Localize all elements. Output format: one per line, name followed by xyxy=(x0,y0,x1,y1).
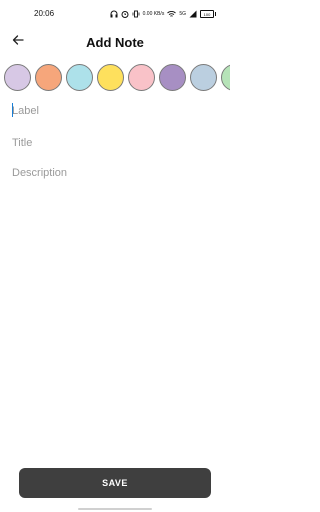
status-bar: 20:06 0.00 KB/s 5G 100 xyxy=(0,0,230,28)
status-time: 20:06 xyxy=(34,9,55,18)
save-button[interactable]: SAVE xyxy=(19,468,211,498)
color-swatch-yellow[interactable] xyxy=(97,64,124,91)
color-picker xyxy=(4,64,230,92)
text-cursor xyxy=(12,103,13,117)
status-icons: 0.00 KB/s 5G 100 xyxy=(110,9,216,19)
app-bar: Add Note xyxy=(0,30,230,56)
color-swatch-light-blue[interactable] xyxy=(66,64,93,91)
color-swatch-pink[interactable] xyxy=(128,64,155,91)
wifi-icon xyxy=(167,10,177,18)
color-swatch-lavender[interactable] xyxy=(4,64,31,91)
title-input[interactable] xyxy=(12,134,217,152)
color-swatch-green[interactable] xyxy=(221,64,230,91)
battery-icon: 100 xyxy=(200,10,216,18)
home-indicator xyxy=(78,508,152,510)
color-swatch-blue-grey[interactable] xyxy=(190,64,217,91)
description-input[interactable] xyxy=(12,164,217,182)
signal-icon xyxy=(189,10,197,18)
headphones-icon xyxy=(110,10,118,18)
alarm-icon xyxy=(121,10,129,18)
vibrate-icon xyxy=(132,10,140,18)
label-input[interactable] xyxy=(12,102,217,120)
color-swatch-purple[interactable] xyxy=(159,64,186,91)
battery-level: 100 xyxy=(203,11,211,17)
signal-type: 5G xyxy=(179,10,186,17)
network-speed: 0.00 KB/s xyxy=(142,10,165,17)
color-swatch-orange[interactable] xyxy=(35,64,62,91)
page-title: Add Note xyxy=(86,35,144,50)
